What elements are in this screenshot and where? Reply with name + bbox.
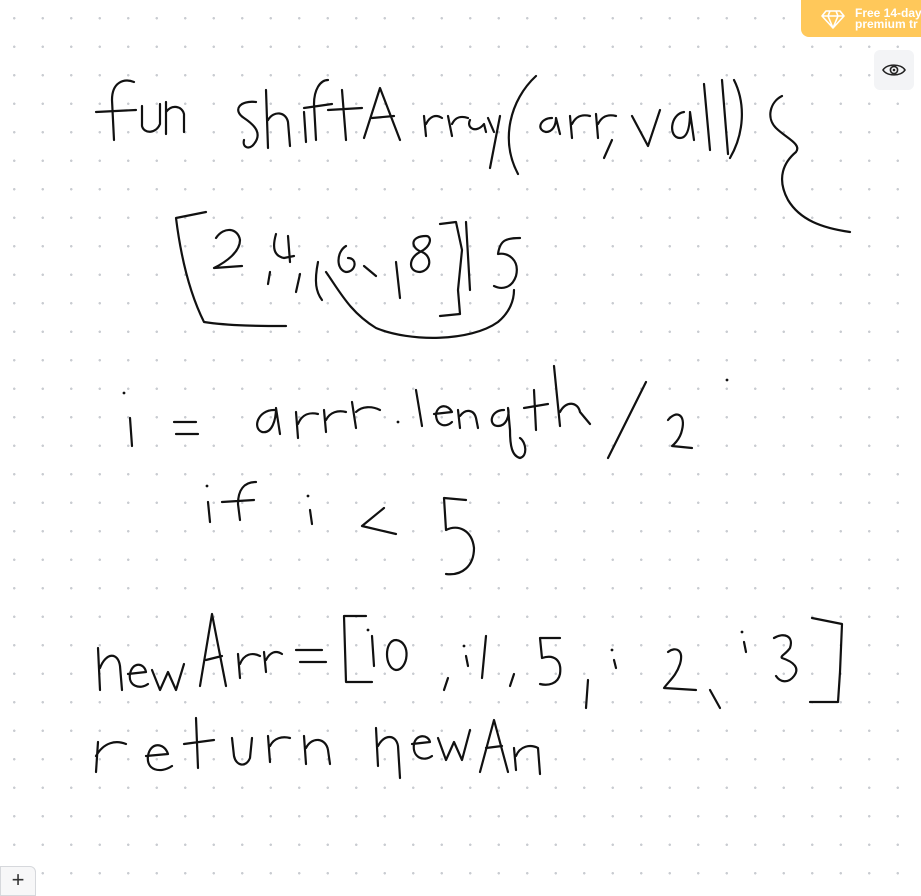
add-button[interactable]: +: [0, 866, 36, 896]
diamond-icon: [821, 9, 845, 29]
eye-icon: [882, 64, 906, 76]
plus-icon: +: [11, 867, 25, 892]
free-trial-label: Free 14-day premium tr: [855, 7, 921, 31]
whiteboard-canvas[interactable]: [0, 0, 921, 889]
free-trial-banner[interactable]: Free 14-day premium tr: [801, 0, 921, 37]
preview-button[interactable]: [874, 50, 914, 90]
free-trial-line-2: premium tr: [855, 16, 918, 31]
